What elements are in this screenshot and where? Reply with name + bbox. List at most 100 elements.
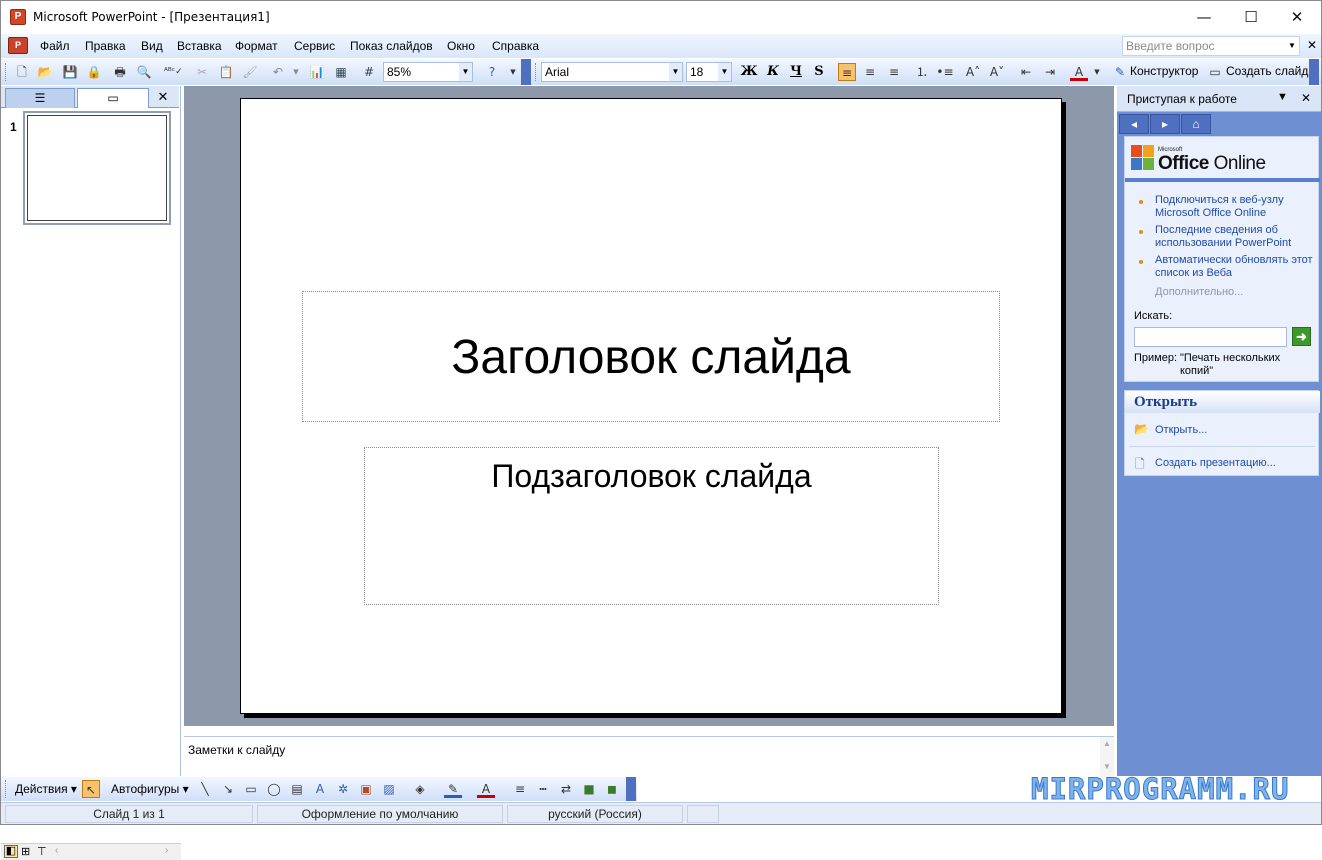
bullets-icon[interactable]: •≡ (936, 63, 954, 81)
menu-slideshow[interactable]: Показ слайдов (350, 39, 433, 53)
notes-pane[interactable]: Заметки к слайду ▲ ▼ (184, 736, 1114, 777)
format-painter-icon[interactable]: 🖌 (241, 63, 259, 81)
menu-edit[interactable]: Правка (85, 39, 126, 53)
align-left-icon[interactable]: ≡ (838, 63, 856, 81)
menu-insert[interactable]: Вставка (177, 39, 222, 53)
decrease-font-icon[interactable]: A˅ (988, 63, 1006, 81)
picture-icon[interactable]: ▨ (380, 780, 398, 798)
toolbar-overflow-icon[interactable] (626, 777, 636, 801)
slide-subtitle-placeholder[interactable]: Подзаголовок слайда (364, 447, 939, 605)
actions-menu[interactable]: Действия ▾ (15, 782, 77, 796)
search-input[interactable] (1134, 327, 1287, 347)
print-icon[interactable]: 🖶 (111, 63, 129, 81)
arrow-style-icon[interactable]: ⇄ (557, 780, 575, 798)
save-icon[interactable]: 💾 (61, 63, 79, 81)
align-center-icon[interactable]: ≡ (861, 63, 879, 81)
spelling-icon[interactable]: ᴬᴮᶜ✓ (164, 63, 183, 81)
chevron-down-icon[interactable]: ▼ (459, 63, 472, 81)
scroll-down-icon[interactable]: ▼ (1100, 762, 1114, 771)
chevron-down-icon[interactable]: ▼ (1285, 37, 1299, 55)
close-document-button[interactable]: ✕ (1307, 38, 1317, 52)
powerpoint-app-icon[interactable]: P (10, 9, 26, 25)
open-icon[interactable]: 📂 (36, 63, 54, 81)
chevron-down-icon[interactable]: ▼ (718, 63, 731, 81)
grid-icon[interactable]: # (360, 63, 378, 81)
home-icon[interactable]: ⌂ (1181, 114, 1211, 134)
3d-style-icon[interactable]: ◼ (603, 780, 621, 798)
insert-chart-icon[interactable]: 📊 (308, 63, 326, 81)
increase-indent-icon[interactable]: ⇥ (1041, 63, 1059, 81)
fill-color-icon[interactable]: ◈ (411, 780, 429, 798)
menu-tools[interactable]: Сервис (294, 39, 335, 53)
cut-icon[interactable]: ✂ (193, 63, 211, 81)
menu-help[interactable]: Справка (492, 39, 539, 53)
italic-button[interactable]: К (764, 63, 782, 81)
link-office-online[interactable]: Подключиться к веб-узлу Microsoft Office… (1155, 194, 1315, 220)
link-auto-update[interactable]: Автоматически обновлять этот список из В… (1155, 254, 1315, 280)
bold-button[interactable]: Ж (740, 63, 758, 81)
scroll-left-icon[interactable]: ‹ (55, 845, 58, 856)
decrease-indent-icon[interactable]: ⇤ (1017, 63, 1035, 81)
forward-icon[interactable]: ▸ (1150, 114, 1180, 134)
close-button[interactable]: ✕ (1274, 1, 1320, 33)
line-color-icon[interactable]: ✎ (444, 780, 462, 798)
toolbar-options-icon[interactable]: ▼ (504, 63, 522, 81)
notes-scrollbar[interactable]: ▲ ▼ (1100, 737, 1114, 777)
toolbar-grip[interactable] (5, 780, 8, 798)
arrow-icon[interactable]: ↘ (219, 780, 237, 798)
menu-file[interactable]: Файл (40, 39, 70, 53)
font-color-dropdown-icon[interactable]: ▼ (1088, 63, 1106, 81)
diagram-icon[interactable]: ✲ (334, 780, 352, 798)
tab-slides[interactable]: ▭ (77, 88, 149, 108)
underline-button[interactable]: Ч (787, 63, 805, 81)
wordart-icon[interactable]: A (311, 780, 329, 798)
zoom-select[interactable]: 85% ▼ (383, 62, 473, 82)
font-size-select[interactable]: 18 ▼ (686, 62, 732, 82)
undo-dropdown-icon[interactable]: ▼ (287, 63, 305, 81)
paste-icon[interactable]: 📋 (217, 63, 235, 81)
toolbar-overflow-icon[interactable] (521, 59, 531, 85)
numbering-icon[interactable]: ⒈ (913, 63, 931, 81)
new-slide-button[interactable]: Создать слайд (1226, 64, 1308, 78)
rectangle-icon[interactable]: ▭ (242, 780, 260, 798)
slide-thumbnail[interactable] (23, 111, 171, 225)
insert-table-icon[interactable]: ▦ (332, 63, 350, 81)
textbox-icon[interactable]: ▤ (288, 780, 306, 798)
maximize-button[interactable]: ☐ (1228, 1, 1274, 33)
scroll-right-icon[interactable]: › (165, 845, 168, 856)
print-preview-icon[interactable]: 🔍 (135, 63, 153, 81)
slide-title-placeholder[interactable]: Заголовок слайда (302, 291, 1000, 422)
normal-view-icon[interactable]: ◧ (4, 845, 18, 858)
slide-canvas[interactable]: Заголовок слайда Подзаголовок слайда (240, 98, 1062, 714)
task-pane-close-icon[interactable]: ✕ (1301, 91, 1311, 105)
create-presentation-link[interactable]: Создать презентацию... (1155, 457, 1276, 469)
task-pane-menu-icon[interactable]: ▼ (1277, 91, 1288, 103)
toolbar-grip[interactable] (5, 63, 8, 81)
menu-window[interactable]: Окно (447, 39, 475, 53)
minimize-button[interactable]: — (1181, 1, 1227, 33)
link-latest-news[interactable]: Последние сведения об использовании Powe… (1155, 224, 1315, 250)
undo-icon[interactable]: ↶ (269, 63, 287, 81)
menu-format[interactable]: Формат (235, 39, 278, 53)
search-go-icon[interactable]: ➜ (1292, 327, 1311, 346)
document-icon[interactable]: P (8, 37, 28, 54)
back-icon[interactable]: ◂ (1119, 114, 1149, 134)
dash-style-icon[interactable]: ┅ (534, 780, 552, 798)
chevron-down-icon[interactable]: ▼ (669, 63, 682, 81)
align-right-icon[interactable]: ≡ (885, 63, 903, 81)
slide-sorter-icon[interactable]: ⊞ (21, 845, 30, 858)
oval-icon[interactable]: ◯ (265, 780, 283, 798)
help-icon[interactable]: ? (483, 63, 501, 81)
clipart-icon[interactable]: ▣ (357, 780, 375, 798)
select-pointer-icon[interactable]: ↖ (82, 780, 100, 798)
font-color-icon[interactable]: A (477, 780, 495, 798)
new-icon[interactable]: 🗋 (13, 63, 31, 81)
slideshow-icon[interactable]: ⊤ (37, 845, 47, 858)
help-question-input[interactable]: Введите вопрос ▼ (1122, 36, 1300, 56)
shadow-style-icon[interactable]: ■ (580, 780, 598, 798)
scroll-up-icon[interactable]: ▲ (1100, 739, 1114, 748)
autoshapes-menu[interactable]: Автофигуры ▾ (111, 782, 189, 796)
open-link[interactable]: Открыть... (1155, 424, 1207, 436)
new-slide-icon[interactable]: ▭ (1206, 63, 1224, 81)
close-pane-button[interactable]: ✕ (153, 88, 173, 108)
